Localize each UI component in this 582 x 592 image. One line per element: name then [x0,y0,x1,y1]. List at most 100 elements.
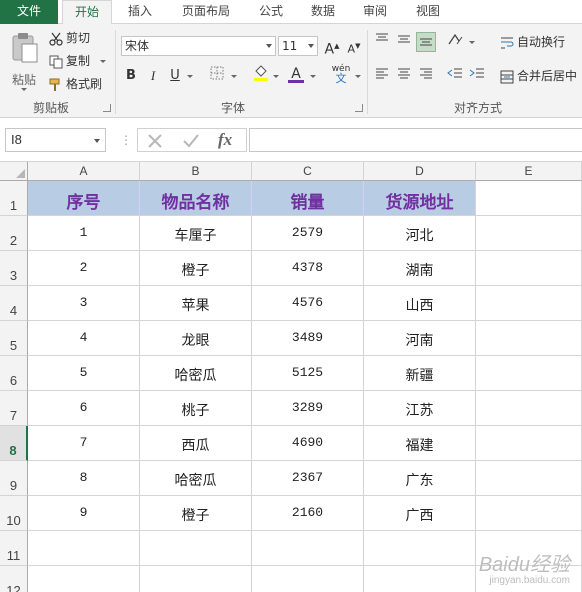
row-header-9[interactable]: 9 [0,461,28,496]
fill-color-button[interactable] [251,64,271,84]
table-cell[interactable]: 2367 [252,461,364,496]
table-cell[interactable]: 5 [28,356,140,391]
table-cell[interactable] [476,216,582,251]
table-cell[interactable] [476,391,582,426]
table-cell[interactable]: 3 [28,286,140,321]
table-cell[interactable]: 3289 [252,391,364,426]
table-cell[interactable]: 河南 [364,321,476,356]
row-header-11[interactable]: 11 [0,531,28,566]
table-cell[interactable] [476,321,582,356]
underline-button[interactable]: U [165,66,185,86]
table-cell[interactable]: 西瓜 [140,426,252,461]
merge-center-button[interactable]: 合并后居中 [500,66,577,86]
row-header-12[interactable]: 12 [0,566,28,592]
table-cell[interactable]: 2 [28,251,140,286]
table-cell[interactable]: 6 [28,391,140,426]
font-color-dropdown-arrow[interactable] [310,75,316,78]
phonetic-guide-button[interactable]: wén 文 [329,64,353,86]
row-header-4[interactable]: 4 [0,286,28,321]
table-cell[interactable]: 2160 [252,496,364,531]
tab-page-layout[interactable]: 页面布局 [173,0,239,24]
column-header-c[interactable]: C [252,162,364,181]
table-cell[interactable]: 4378 [252,251,364,286]
column-header-e[interactable]: E [476,162,582,181]
header-cell[interactable]: 货源地址 [364,181,476,216]
row-header-8[interactable]: 8 [0,426,28,461]
align-left-button[interactable] [372,66,392,86]
align-right-button[interactable] [416,66,436,86]
select-all-button[interactable] [0,162,28,181]
table-cell[interactable]: 龙眼 [140,321,252,356]
table-cell[interactable] [140,531,252,566]
tab-home[interactable]: 开始 [62,0,112,25]
table-cell[interactable]: 河北 [364,216,476,251]
table-cell[interactable]: 橙子 [140,496,252,531]
table-cell[interactable] [476,496,582,531]
table-cell[interactable]: 1 [28,216,140,251]
borders-dropdown-arrow[interactable] [231,75,237,78]
format-painter-button[interactable]: 格式刷 [49,74,102,94]
table-cell[interactable] [28,566,140,592]
table-cell[interactable] [476,181,582,216]
table-cell[interactable] [476,461,582,496]
table-cell[interactable] [476,251,582,286]
table-cell[interactable] [28,531,140,566]
table-cell[interactable] [140,566,252,592]
row-header-2[interactable]: 2 [0,216,28,251]
font-size-select[interactable]: 11 [278,36,318,56]
table-cell[interactable]: 车厘子 [140,216,252,251]
paste-button[interactable]: 粘贴 [6,32,42,94]
insert-function-button[interactable]: fx [218,130,232,150]
tab-formulas[interactable]: 公式 [250,0,292,24]
wrap-text-button[interactable]: 自动换行 [500,32,565,52]
table-cell[interactable]: 新疆 [364,356,476,391]
table-cell[interactable]: 8 [28,461,140,496]
table-cell[interactable]: 5125 [252,356,364,391]
table-cell[interactable]: 江苏 [364,391,476,426]
row-header-3[interactable]: 3 [0,251,28,286]
table-cell[interactable]: 广东 [364,461,476,496]
table-cell[interactable]: 2579 [252,216,364,251]
table-cell[interactable]: 4 [28,321,140,356]
row-header-5[interactable]: 5 [0,321,28,356]
table-cell[interactable] [476,426,582,461]
table-cell[interactable]: 3489 [252,321,364,356]
table-cell[interactable] [476,286,582,321]
tab-review[interactable]: 审阅 [354,0,396,24]
underline-dropdown-arrow[interactable] [187,75,193,78]
table-cell[interactable] [476,356,582,391]
table-cell[interactable] [364,531,476,566]
phonetic-dropdown-arrow[interactable] [355,75,361,78]
table-cell[interactable]: 福建 [364,426,476,461]
column-header-d[interactable]: D [364,162,476,181]
borders-button[interactable] [207,66,227,86]
table-cell[interactable]: 4690 [252,426,364,461]
copy-button[interactable]: 复制 [49,51,90,71]
table-cell[interactable]: 广西 [364,496,476,531]
table-cell[interactable]: 桃子 [140,391,252,426]
table-cell[interactable]: 哈密瓜 [140,461,252,496]
header-cell[interactable]: 销量 [252,181,364,216]
formula-input[interactable] [249,128,582,152]
table-cell[interactable]: 山西 [364,286,476,321]
increase-indent-button[interactable] [467,66,487,86]
table-cell[interactable] [252,566,364,592]
table-cell[interactable]: 9 [28,496,140,531]
cut-button[interactable]: 剪切 [49,28,90,48]
row-header-1[interactable]: 1 [0,181,28,216]
clipboard-launcher-icon[interactable] [103,104,111,112]
grow-font-button[interactable]: A▲ [322,36,342,58]
column-header-b[interactable]: B [140,162,252,181]
header-cell[interactable]: 序号 [28,181,140,216]
italic-button[interactable]: I [143,66,163,86]
table-cell[interactable]: 苹果 [140,286,252,321]
table-cell[interactable]: 7 [28,426,140,461]
align-center-button[interactable] [394,66,414,86]
worksheet-grid[interactable]: A B C D E 1 2 3 4 5 6 7 8 9 10 11 12 序号 物品名称 销量 货源地址 1 车厘子 2579… [0,162,582,592]
align-middle-button[interactable] [394,32,414,52]
table-cell[interactable] [364,566,476,592]
shrink-font-button[interactable]: A▼ [344,36,364,56]
enter-check-icon[interactable] [182,133,200,149]
tab-view[interactable]: 视图 [407,0,449,24]
tab-insert[interactable]: 插入 [117,0,163,24]
